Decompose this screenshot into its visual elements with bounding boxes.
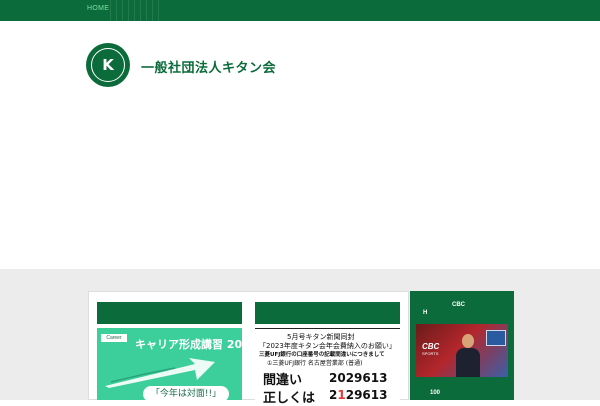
banner-subtitle: 「今年は対面!!」 <box>143 386 229 400</box>
newsletter-image[interactable]: 5月号キタン新聞同封 「2023年度キタン会年会費納入のお願い」 三菱UFJ銀行… <box>255 328 400 406</box>
card-header <box>97 302 242 324</box>
newsletter-line-3: 三菱UFJ銀行の口座番号の記載間違いにつきまして <box>259 352 385 358</box>
sidebar-subtitle: H <box>423 310 428 316</box>
photo-logo: CBC <box>422 342 440 351</box>
top-nav-bar: HOME <box>0 0 600 21</box>
newsletter-line-4: ①三菱UFJ銀行 名古屋営業部 (普通) <box>267 360 363 367</box>
correct-label: 正しくは <box>263 391 316 406</box>
photo-sub: SPORTS <box>422 351 439 356</box>
banner-title: キャリア形成講習 2023 <box>135 338 242 351</box>
wrong-number: 2029613 <box>329 371 388 385</box>
tv-screen-icon <box>486 330 506 346</box>
news-card-career[interactable]: Career キャリア形成講習 2023 「今年は対面!!」 <box>97 302 242 400</box>
person-body <box>456 348 480 377</box>
wrong-label: 間違い <box>263 373 303 388</box>
site-title[interactable]: 一般社団法人キタン会 <box>141 57 276 76</box>
person-head <box>462 334 474 348</box>
person-icon <box>456 334 480 377</box>
nav-home-link[interactable]: HOME <box>87 5 109 12</box>
sidebar-panel: CBC H CBC SPORTS 100 <box>410 291 514 400</box>
sidebar-photo[interactable]: CBC SPORTS <box>416 324 508 377</box>
nav-decoration <box>110 0 160 21</box>
site-header: K 一般社団法人キタン会 <box>0 21 600 269</box>
sidebar-title: CBC <box>452 302 465 308</box>
career-banner-image[interactable]: Career キャリア形成講習 2023 「今年は対面!!」 <box>97 328 242 400</box>
news-card-newsletter[interactable]: 5月号キタン新聞同封 「2023年度キタン会年会費納入のお願い」 三菱UFJ銀行… <box>255 302 400 406</box>
logo-letter: K <box>102 56 114 74</box>
card-header <box>255 302 400 324</box>
site-logo[interactable]: K <box>86 43 130 87</box>
sidebar-count: 100 <box>430 390 441 396</box>
flag-icon: Career <box>101 334 127 342</box>
logo-ring: K <box>91 48 125 82</box>
arrow-icon <box>105 358 215 388</box>
